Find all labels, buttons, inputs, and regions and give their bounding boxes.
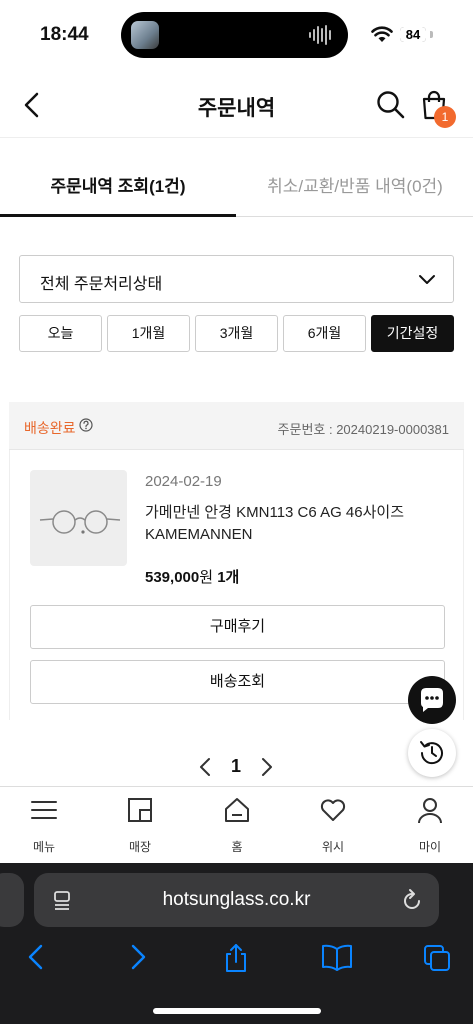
nav-menu[interactable]: 메뉴 <box>14 787 74 864</box>
now-playing-thumbnail <box>131 21 159 49</box>
order-status-select[interactable]: 전체 주문처리상태 <box>19 255 454 303</box>
user-icon <box>418 798 442 824</box>
store-icon <box>128 798 152 822</box>
help-circle-icon[interactable] <box>79 418 93 432</box>
price-unit: 원 <box>199 569 214 586</box>
wifi-icon <box>371 26 393 42</box>
chevron-right-icon[interactable] <box>260 756 274 778</box>
status-time: 18:44 <box>40 24 89 45</box>
current-page[interactable]: 1 <box>231 756 241 777</box>
order-item: 2024-02-19 가메만넨 안경 KMN113 C6 AG 46사이즈 KA… <box>9 450 464 720</box>
nav-home-label: 홈 <box>231 840 243 854</box>
chat-bubble-icon <box>421 688 443 712</box>
price-value: 539,000 <box>145 569 200 586</box>
chat-button[interactable] <box>408 676 456 724</box>
cart-count-badge: 1 <box>434 106 456 128</box>
tab-cancel-exchange-return[interactable]: 취소/교환/반품 내역(0건) <box>237 160 473 217</box>
bookmarks-icon[interactable] <box>321 943 353 971</box>
order-tabs: 주문내역 조회(1건) 취소/교환/반품 내역(0건) <box>0 160 473 217</box>
pagination: 1 <box>0 752 473 782</box>
url-text: hotsunglass.co.kr <box>162 889 311 910</box>
order-date: 2024-02-19 <box>145 473 222 490</box>
order-header: 배송완료 주문번호 : 20240219-0000381 <box>9 402 464 450</box>
browser-forward-icon[interactable] <box>128 943 148 971</box>
period-6month-button[interactable]: 6개월 <box>283 315 366 352</box>
nav-wish-label: 위시 <box>321 840 345 854</box>
period-custom-button[interactable]: 기간설정 <box>371 315 454 352</box>
battery-icon: 84 <box>398 25 428 44</box>
page-header: 주문내역 1 <box>0 70 473 138</box>
home-icon <box>225 798 249 822</box>
tab-order-history[interactable]: 주문내역 조회(1건) <box>0 160 236 217</box>
delivery-status: 배송완료 <box>24 420 76 436</box>
period-today-button[interactable]: 오늘 <box>19 315 102 352</box>
product-image[interactable] <box>30 470 127 566</box>
nav-store-label: 매장 <box>128 840 152 854</box>
dynamic-island[interactable] <box>121 12 348 58</box>
previous-tab-preview[interactable] <box>0 873 24 927</box>
heart-icon <box>320 799 346 821</box>
address-bar[interactable]: hotsunglass.co.kr <box>34 873 439 927</box>
product-brand: KAMEMANNEN <box>145 526 253 543</box>
bottom-navigation: 메뉴 매장 홈 위시 마이 <box>0 786 473 863</box>
product-price: 539,000원 1개 <box>145 566 239 587</box>
chevron-down-icon <box>419 275 435 284</box>
menu-icon <box>31 801 57 819</box>
period-filter: 오늘 1개월 3개월 6개월 기간설정 <box>19 315 454 352</box>
nav-my-label: 마이 <box>418 840 442 854</box>
nav-menu-label: 메뉴 <box>32 840 56 854</box>
nav-wish[interactable]: 위시 <box>303 787 363 864</box>
battery-tip <box>430 31 433 38</box>
nav-my[interactable]: 마이 <box>400 787 460 864</box>
order-number: 주문번호 : 20240219-0000381 <box>277 422 449 437</box>
browser-back-icon[interactable] <box>26 943 46 971</box>
reload-icon[interactable] <box>401 888 423 912</box>
quantity: 1개 <box>217 569 240 586</box>
nav-home[interactable]: 홈 <box>207 787 267 864</box>
tabs-icon[interactable] <box>422 943 452 973</box>
track-delivery-button[interactable]: 배송조회 <box>30 660 445 704</box>
battery-level: 84 <box>400 27 426 42</box>
status-bar: 18:44 84 <box>0 0 473 70</box>
product-name[interactable]: 가메만넨 안경 KMN113 C6 AG 46사이즈 <box>145 501 404 522</box>
search-icon[interactable] <box>376 90 406 120</box>
nav-store[interactable]: 매장 <box>110 787 170 864</box>
browser-toolbar: hotsunglass.co.kr <box>0 863 473 1024</box>
period-1month-button[interactable]: 1개월 <box>107 315 190 352</box>
share-icon[interactable] <box>222 943 250 973</box>
audio-wave-icon <box>309 25 331 45</box>
period-3month-button[interactable]: 3개월 <box>195 315 278 352</box>
write-review-button[interactable]: 구매후기 <box>30 605 445 649</box>
chevron-left-icon[interactable] <box>198 756 212 778</box>
order-status-select-value: 전체 주문처리상태 <box>40 276 163 293</box>
eyeglasses-icon <box>39 510 121 534</box>
home-indicator[interactable] <box>153 1008 321 1014</box>
